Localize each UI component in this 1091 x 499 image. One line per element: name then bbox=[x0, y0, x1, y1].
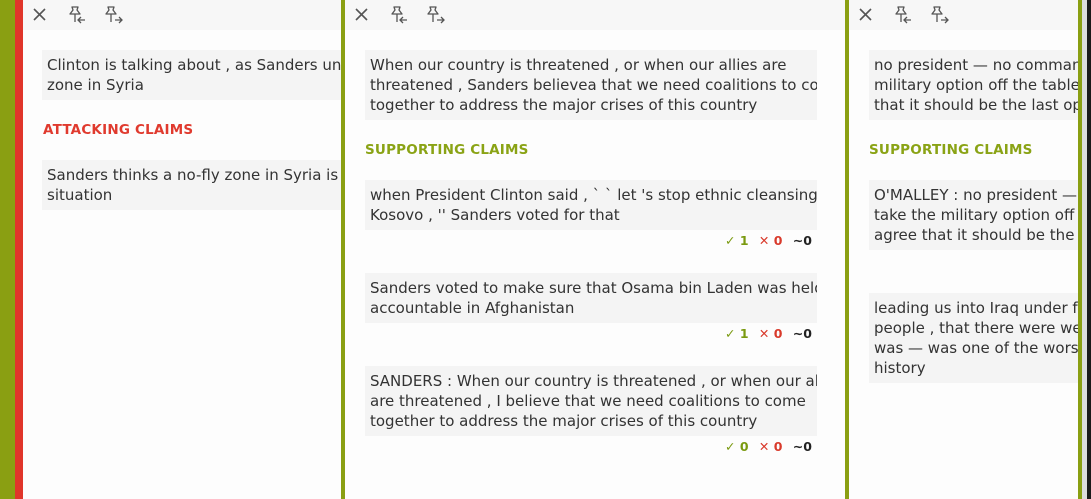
vote-counts: ✓ 1 ✕ 0 ∼0 bbox=[719, 233, 812, 248]
close-icon[interactable] bbox=[29, 4, 51, 26]
stance-stripe-support bbox=[0, 0, 15, 499]
argument-panel-left: Clinton is talking about , as Sanders un… bbox=[23, 0, 341, 499]
supporting-claims-heading: SUPPORTING CLAIMS bbox=[869, 142, 1033, 158]
claim-card[interactable]: leading us into Iraq under fals people ,… bbox=[869, 293, 1078, 383]
card-text-line: threatened , Sanders believea that we ne… bbox=[370, 76, 817, 94]
close-icon[interactable] bbox=[855, 4, 877, 26]
claim-card[interactable]: O'MALLEY : no president — no take the mi… bbox=[869, 180, 1078, 250]
panel-toolbar bbox=[23, 0, 341, 30]
neutral-vote-button[interactable]: ∼0 bbox=[793, 233, 812, 248]
pin-in-icon[interactable] bbox=[65, 4, 87, 26]
card-text-line: history bbox=[874, 359, 926, 377]
pin-in-icon[interactable] bbox=[891, 4, 913, 26]
claim-card[interactable]: Sanders voted to make sure that Osama bi… bbox=[365, 273, 817, 323]
card-text-line: military option off the table , o bbox=[874, 76, 1078, 94]
card-text-line: O'MALLEY : no president — no bbox=[874, 186, 1078, 204]
neutral-vote-button[interactable]: ∼0 bbox=[793, 326, 812, 341]
downvote-button[interactable]: ✕ 0 bbox=[759, 326, 783, 341]
main-claim-card[interactable]: no president — no commande military opti… bbox=[869, 50, 1078, 120]
card-text-line: together to address the major crises of … bbox=[370, 96, 758, 114]
downvote-count: 0 bbox=[773, 326, 783, 341]
attacking-claims-heading: ATTACKING CLAIMS bbox=[43, 122, 194, 138]
neutral-count: 0 bbox=[803, 326, 812, 341]
card-text-line: together to address the major crises of … bbox=[370, 412, 758, 430]
neutral-count: 0 bbox=[803, 439, 812, 454]
card-text-line: take the military option off the bbox=[874, 206, 1078, 224]
card-text-line: accountable in Afghanistan bbox=[370, 299, 575, 317]
neutral-count: 0 bbox=[803, 233, 812, 248]
card-text-line: Sanders thinks a no-fly zone in Syria is… bbox=[47, 166, 341, 184]
card-text-line: people , that there were weap bbox=[874, 319, 1078, 337]
pin-out-icon[interactable] bbox=[929, 4, 951, 26]
neutral-vote-button[interactable]: ∼0 bbox=[793, 439, 812, 454]
main-claim-card[interactable]: Clinton is talking about , as Sanders un… bbox=[42, 50, 341, 100]
card-text-line: agree that it should be the las bbox=[874, 226, 1078, 244]
card-text-line: no president — no commande bbox=[874, 56, 1078, 74]
claim-card[interactable]: Sanders thinks a no-fly zone in Syria is… bbox=[42, 160, 341, 210]
panel-toolbar bbox=[849, 0, 1078, 30]
downvote-count: 0 bbox=[773, 233, 783, 248]
upvote-count: 1 bbox=[739, 326, 749, 341]
card-text-line: Clinton is talking about , as Sanders un… bbox=[47, 56, 341, 74]
card-text-line: was — was one of the worst b bbox=[874, 339, 1078, 357]
panel-toolbar bbox=[345, 0, 845, 30]
close-icon[interactable] bbox=[351, 4, 373, 26]
downvote-count: 0 bbox=[773, 439, 783, 454]
upvote-button[interactable]: ✓ 1 bbox=[725, 233, 749, 248]
upvote-button[interactable]: ✓ 1 bbox=[725, 326, 749, 341]
vote-counts: ✓ 1 ✕ 0 ∼0 bbox=[719, 326, 812, 341]
pin-out-icon[interactable] bbox=[103, 4, 125, 26]
card-text-line: that it should be the last optio bbox=[874, 96, 1078, 114]
claim-card[interactable]: SANDERS : When our country is threatened… bbox=[365, 366, 817, 436]
pin-in-icon[interactable] bbox=[387, 4, 409, 26]
argument-panel-right: no president — no commande military opti… bbox=[849, 0, 1078, 499]
stance-stripe-attack bbox=[15, 0, 23, 499]
argument-panel-middle: When our country is threatened , or when… bbox=[345, 0, 845, 499]
card-text-line: leading us into Iraq under fals bbox=[874, 299, 1078, 317]
downvote-button[interactable]: ✕ 0 bbox=[759, 439, 783, 454]
window-edge-shadow bbox=[1087, 0, 1091, 499]
upvote-button[interactable]: ✓ 0 bbox=[725, 439, 749, 454]
main-claim-card[interactable]: When our country is threatened , or when… bbox=[365, 50, 817, 120]
card-text-line: Sanders voted to make sure that Osama bi… bbox=[370, 279, 817, 297]
card-text-line: when President Clinton said , ` ` let 's… bbox=[370, 186, 817, 204]
card-text-line: SANDERS : When our country is threatened… bbox=[370, 372, 817, 390]
upvote-count: 1 bbox=[739, 233, 749, 248]
card-text-line: are threatened , I believe that we need … bbox=[370, 392, 806, 410]
claim-card[interactable]: when President Clinton said , ` ` let 's… bbox=[365, 180, 817, 230]
card-text-line: situation bbox=[47, 186, 113, 204]
pin-out-icon[interactable] bbox=[425, 4, 447, 26]
upvote-count: 0 bbox=[739, 439, 749, 454]
supporting-claims-heading: SUPPORTING CLAIMS bbox=[365, 142, 529, 158]
card-text-line: Kosovo , '' Sanders voted for that bbox=[370, 206, 620, 224]
vote-counts: ✓ 0 ✕ 0 ∼0 bbox=[719, 439, 812, 454]
card-text-line: zone in Syria bbox=[47, 76, 144, 94]
card-text-line: When our country is threatened , or when… bbox=[370, 56, 787, 74]
downvote-button[interactable]: ✕ 0 bbox=[759, 233, 783, 248]
